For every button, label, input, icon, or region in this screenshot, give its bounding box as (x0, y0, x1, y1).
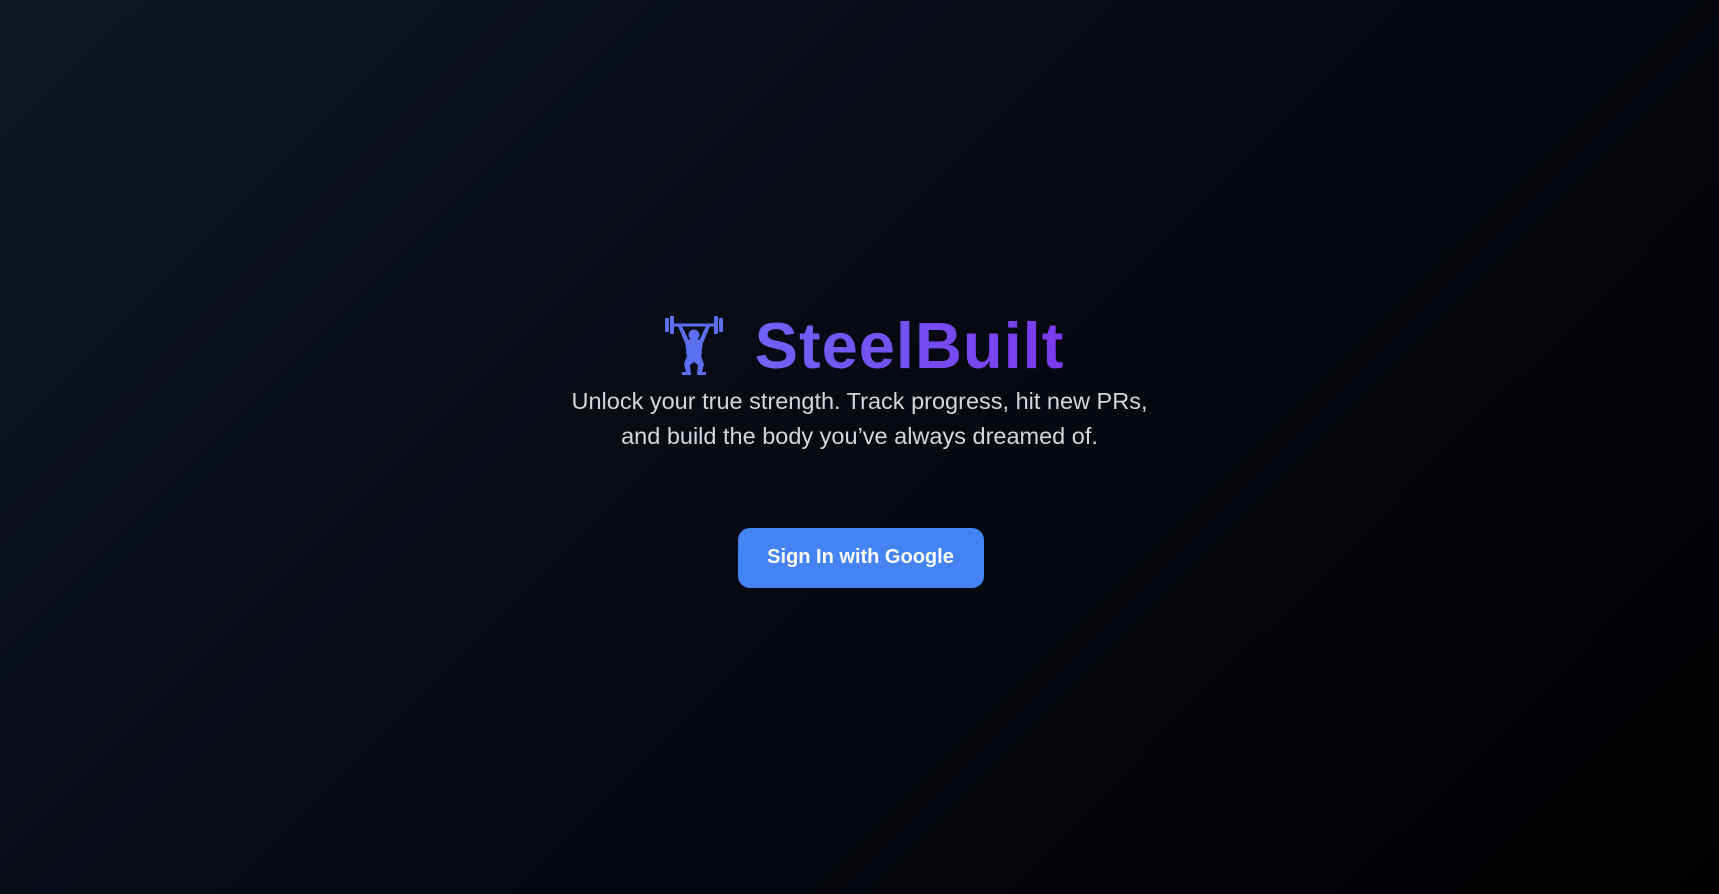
brand-title: SteelBuilt (754, 308, 1065, 382)
google-signin-button[interactable]: Sign In with Google (737, 527, 984, 588)
weightlifter-icon (663, 314, 725, 376)
tagline: Unlock your true strength. Track progres… (571, 388, 1148, 449)
landing-hero: SteelBuilt Unlock your true strength. Tr… (0, 300, 1719, 588)
brand-header: SteelBuilt (663, 300, 1065, 390)
